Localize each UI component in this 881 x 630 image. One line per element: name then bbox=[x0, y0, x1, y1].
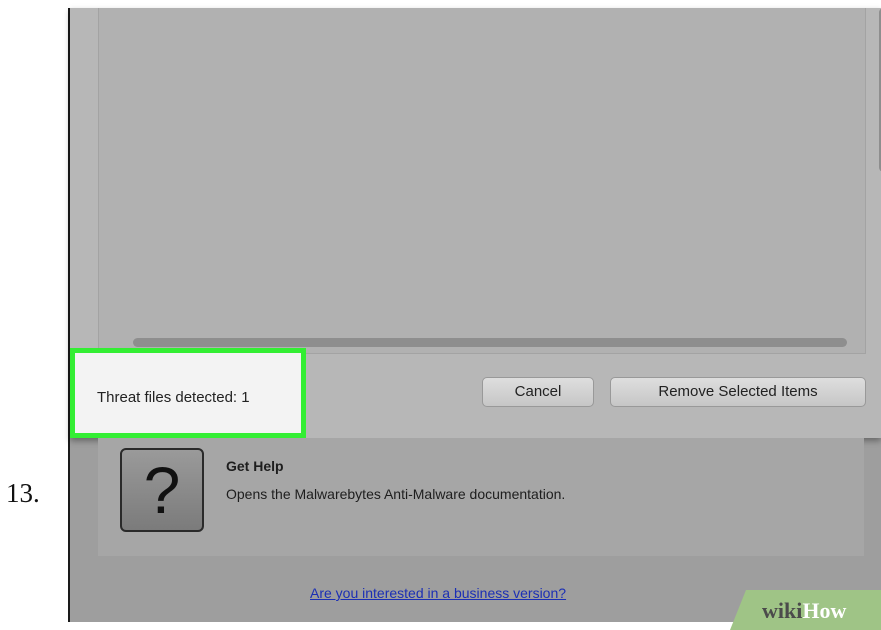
get-help-panel: ? Get Help Opens the Malwarebytes Anti-M… bbox=[98, 438, 864, 556]
threat-count-label: Threat files detected: 1 bbox=[97, 389, 250, 406]
wikihow-logo-how: How bbox=[802, 598, 847, 623]
threat-list[interactable] bbox=[98, 8, 881, 354]
wikihow-logo: wikiHow bbox=[762, 598, 846, 624]
get-help-description: Opens the Malwarebytes Anti-Malware docu… bbox=[226, 486, 566, 502]
cancel-button[interactable]: Cancel bbox=[482, 377, 594, 407]
get-help-title[interactable]: Get Help bbox=[226, 458, 284, 474]
wikihow-logo-wiki: wiki bbox=[762, 598, 803, 623]
wikihow-watermark: wikiHow bbox=[730, 590, 881, 630]
horizontal-scrollbar[interactable] bbox=[133, 338, 847, 347]
business-version-link[interactable]: Are you interested in a business version… bbox=[310, 585, 566, 601]
scan-results-dialog: Threat files detected: 1 Cancel Remove S… bbox=[70, 8, 881, 438]
app-window: Threat files detected: 1 Cancel Remove S… bbox=[68, 8, 881, 630]
remove-selected-items-button[interactable]: Remove Selected Items bbox=[610, 377, 866, 407]
question-mark-icon[interactable]: ? bbox=[120, 448, 204, 532]
step-number: 13. bbox=[6, 478, 40, 508]
threat-count-highlight: Threat files detected: 1 bbox=[70, 348, 306, 438]
